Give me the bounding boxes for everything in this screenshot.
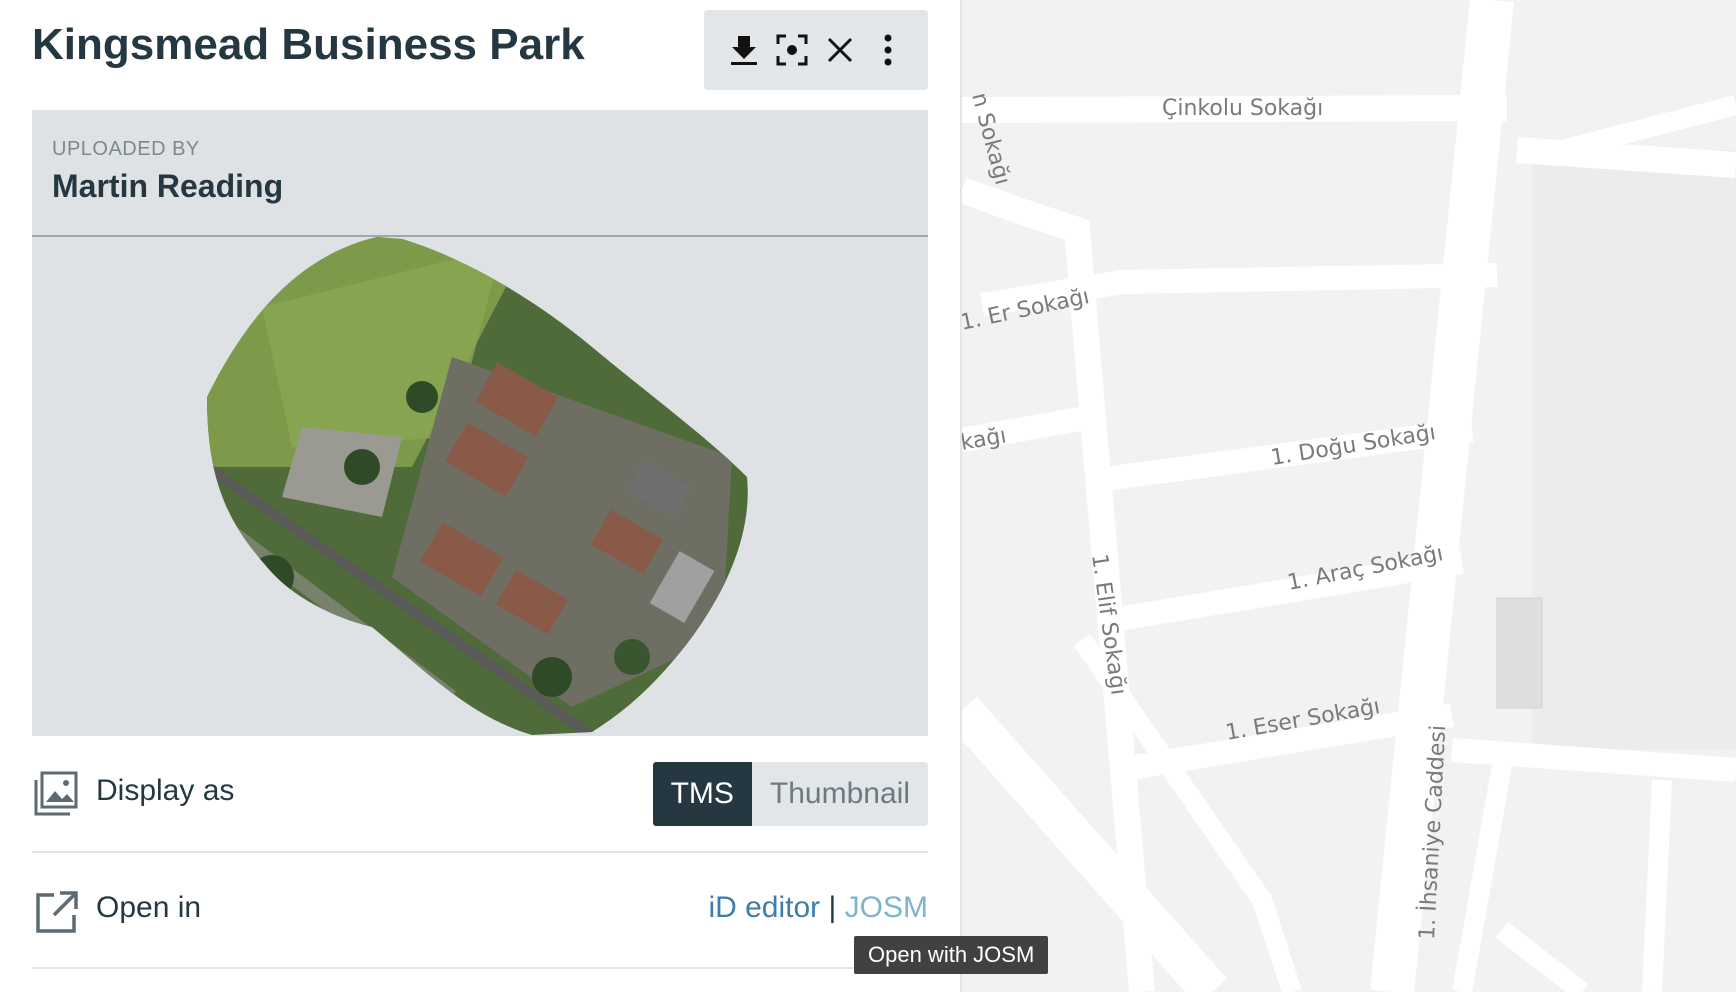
uploader-name: Martin Reading xyxy=(52,168,284,204)
more-vertical-icon xyxy=(884,34,892,66)
street-label: Çinkolu Sokağı xyxy=(1162,96,1323,121)
link-separator: | xyxy=(828,891,837,924)
more-options-button[interactable] xyxy=(868,30,908,70)
imagery-card: UPLOADED BY Martin Reading xyxy=(32,110,928,736)
focus-frame-icon xyxy=(776,34,808,66)
editor-links: iD editor | JOSM xyxy=(708,891,928,925)
page-title: Kingsmead Business Park xyxy=(32,20,585,69)
display-as-label: Display as xyxy=(96,774,235,807)
open-in-label: Open in xyxy=(96,891,202,924)
imagery-thumbnail xyxy=(207,237,748,735)
external-link-icon xyxy=(36,891,78,933)
download-icon xyxy=(731,36,757,65)
detail-panel: Kingsmead Business Park UPLOADED BY Mart… xyxy=(0,0,962,992)
thumbnail-option[interactable]: Thumbnail xyxy=(751,762,928,826)
uploaded-by-label: UPLOADED BY xyxy=(52,138,200,160)
close-icon xyxy=(827,37,853,63)
download-button[interactable] xyxy=(724,30,764,70)
display-as-row: Display as TMS Thumbnail xyxy=(32,740,928,853)
open-in-row: Open in iD editor | JOSM xyxy=(32,853,928,969)
close-button[interactable] xyxy=(820,30,860,70)
tms-option[interactable]: TMS xyxy=(652,762,752,826)
map-view[interactable]: Çinkolu Sokağı 1. Er Sokağı 1. Doğu Soka… xyxy=(962,0,1736,992)
image-gallery-icon xyxy=(34,771,78,816)
josm-link[interactable]: JOSM xyxy=(845,891,928,924)
zoom-to-button[interactable] xyxy=(772,30,812,70)
toolbar xyxy=(704,10,928,90)
id-editor-link[interactable]: iD editor xyxy=(708,891,820,924)
josm-tooltip: Open with JOSM xyxy=(854,936,1049,974)
map-canvas[interactable]: Çinkolu Sokağı 1. Er Sokağı 1. Doğu Soka… xyxy=(962,0,1736,992)
display-mode-toggle: TMS Thumbnail xyxy=(652,762,928,826)
